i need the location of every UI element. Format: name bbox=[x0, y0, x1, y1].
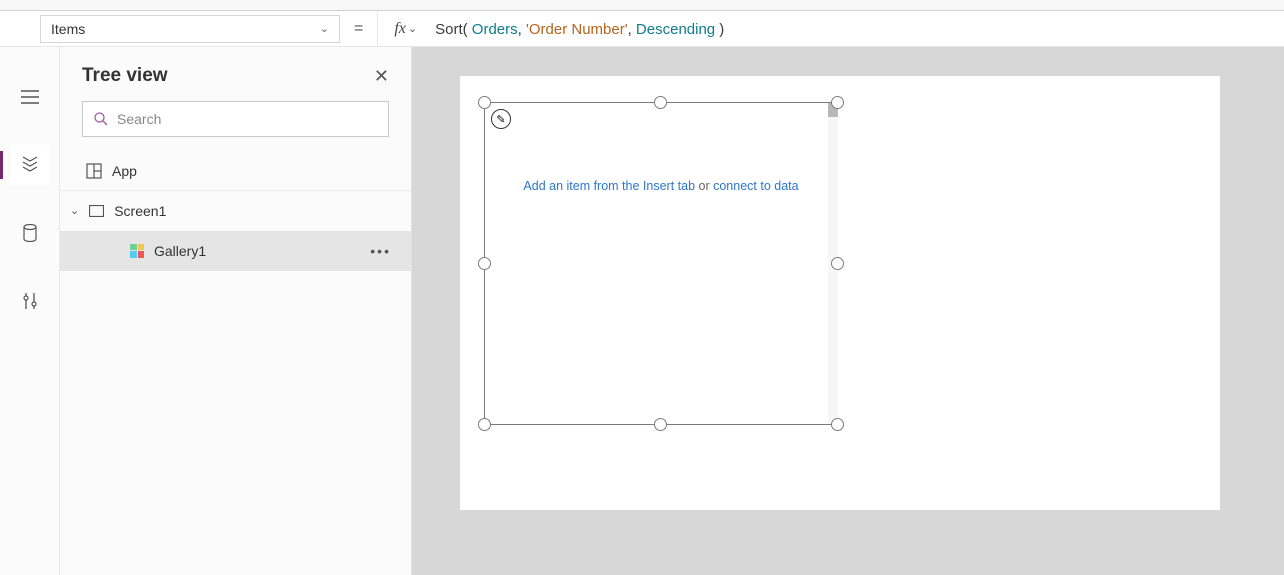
chevron-down-icon: ⌄ bbox=[320, 22, 329, 35]
resize-handle[interactable] bbox=[478, 418, 491, 431]
edit-pencil-icon[interactable]: ✎ bbox=[491, 109, 511, 129]
canvas-area[interactable]: ✎ Add an item from the Insert tab or con… bbox=[412, 47, 1284, 575]
tree-item-screen[interactable]: ⌄ Screen1 bbox=[60, 191, 411, 231]
tree-item-label: Gallery1 bbox=[154, 243, 206, 259]
gallery-icon bbox=[130, 244, 144, 258]
property-selector[interactable]: Items ⌄ bbox=[40, 15, 340, 43]
advanced-tools-icon[interactable] bbox=[10, 281, 50, 321]
tree-header: Tree view ✕ bbox=[60, 47, 411, 101]
resize-handle[interactable] bbox=[478, 96, 491, 109]
connect-data-link[interactable]: connect to data bbox=[713, 179, 798, 193]
tree-view-icon[interactable] bbox=[10, 145, 50, 185]
resize-handle[interactable] bbox=[654, 418, 667, 431]
equals-label: = bbox=[354, 20, 363, 38]
chevron-down-icon: ⌄ bbox=[70, 204, 79, 217]
tree-item-label: Screen1 bbox=[114, 203, 166, 219]
insert-link[interactable]: Add an item from the Insert tab bbox=[523, 179, 695, 193]
tree-view-panel: Tree view ✕ App ⌄ Screen1 Gallery1 bbox=[60, 47, 412, 575]
tree-item-gallery[interactable]: Gallery1 ••• bbox=[60, 231, 411, 271]
search-icon bbox=[93, 111, 109, 127]
hamburger-icon[interactable] bbox=[10, 77, 50, 117]
gallery-control[interactable]: ✎ Add an item from the Insert tab or con… bbox=[484, 102, 838, 425]
app-icon bbox=[86, 163, 102, 179]
gallery-empty-message: Add an item from the Insert tab or conne… bbox=[485, 179, 837, 193]
screen-icon bbox=[89, 205, 104, 217]
fx-chevron-down-icon[interactable]: ⌄ bbox=[408, 22, 417, 35]
resize-handle[interactable] bbox=[831, 257, 844, 270]
resize-handle[interactable] bbox=[831, 418, 844, 431]
tree-list: App ⌄ Screen1 Gallery1 ••• bbox=[60, 151, 411, 575]
formula-input[interactable]: Sort( Orders, 'Order Number', Descending… bbox=[435, 20, 724, 38]
left-rail bbox=[0, 47, 60, 575]
resize-handle[interactable] bbox=[478, 257, 491, 270]
fx-icon: fx bbox=[394, 20, 406, 38]
top-chrome bbox=[0, 0, 1284, 11]
data-icon[interactable] bbox=[10, 213, 50, 253]
formula-bar: Items ⌄ = fx ⌄ Sort( Orders, 'Order Numb… bbox=[0, 11, 1284, 47]
screen-canvas[interactable]: ✎ Add an item from the Insert tab or con… bbox=[460, 76, 1220, 510]
fx-wrap: fx ⌄ Sort( Orders, 'Order Number', Desce… bbox=[377, 11, 724, 47]
resize-handle[interactable] bbox=[831, 96, 844, 109]
tree-item-label: App bbox=[112, 163, 137, 179]
more-icon[interactable]: ••• bbox=[370, 243, 391, 259]
close-icon[interactable]: ✕ bbox=[374, 66, 389, 87]
resize-handle[interactable] bbox=[654, 96, 667, 109]
property-label: Items bbox=[51, 21, 85, 37]
tree-item-app[interactable]: App bbox=[60, 151, 411, 191]
tree-title: Tree view bbox=[82, 65, 168, 87]
search-box[interactable] bbox=[82, 101, 389, 137]
search-input[interactable] bbox=[117, 111, 378, 127]
main-area: Tree view ✕ App ⌄ Screen1 Gallery1 bbox=[0, 47, 1284, 575]
